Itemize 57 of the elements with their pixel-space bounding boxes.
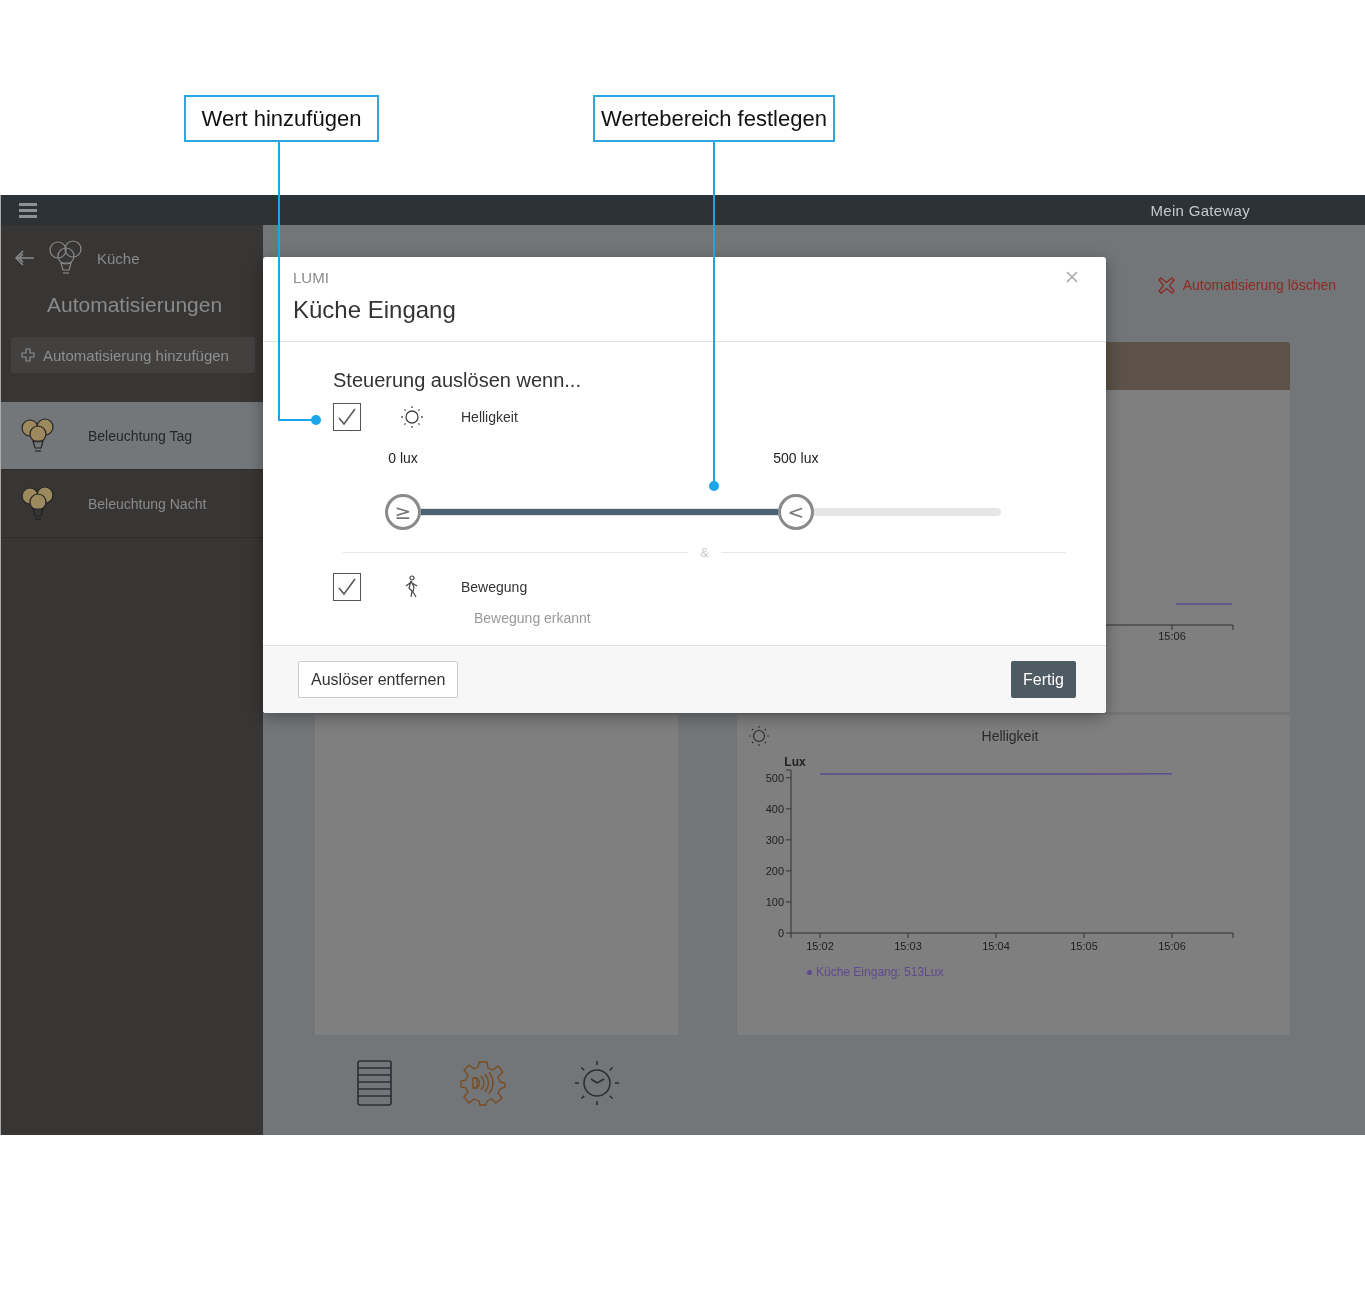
tick-label: 15:04 bbox=[982, 940, 1010, 952]
tick-label: 15:06 bbox=[1158, 940, 1186, 952]
slider-handle[interactable]: < bbox=[777, 494, 814, 530]
brand-label: LUMI bbox=[293, 269, 329, 287]
tick-label: 200 bbox=[765, 864, 784, 877]
slider-handle[interactable]: ≥ bbox=[385, 494, 421, 530]
plus-icon bbox=[21, 348, 35, 362]
check-icon bbox=[336, 576, 358, 598]
tick-label: 300 bbox=[765, 833, 784, 846]
sun-icon bbox=[748, 725, 770, 747]
room-name: Küche bbox=[97, 249, 140, 267]
chart-title: Helligkeit bbox=[980, 728, 1040, 744]
checkbox[interactable] bbox=[333, 573, 361, 601]
tick-label: 100 bbox=[765, 895, 784, 908]
done-button[interactable]: Fertig bbox=[1011, 661, 1076, 698]
trigger-detail: Bewegung erkannt bbox=[474, 610, 592, 626]
tick-label: 500 bbox=[765, 771, 784, 784]
automation-item[interactable]: Beleuchtung Nacht bbox=[1, 470, 263, 538]
dialog-title: Küche Eingang bbox=[293, 296, 457, 324]
add-automation-button[interactable]: Automatisierung hinzufügen bbox=[11, 337, 255, 373]
data-line bbox=[1175, 603, 1233, 605]
tick-label: 400 bbox=[765, 802, 784, 815]
check-icon bbox=[336, 406, 358, 428]
light-bulbs-icon bbox=[47, 240, 85, 276]
prompt-text: Steuerung auslösen wenn... bbox=[333, 368, 582, 392]
automation-item[interactable]: Beleuchtung Tag bbox=[1, 402, 263, 470]
tick-label: 15:03 bbox=[894, 940, 922, 952]
close-icon bbox=[1066, 271, 1078, 283]
tick-label: 15:02 bbox=[806, 940, 834, 952]
list-icon[interactable] bbox=[357, 1059, 392, 1106]
clock-icon[interactable] bbox=[574, 1059, 620, 1106]
checkbox[interactable] bbox=[333, 403, 361, 431]
automation-name: Beleuchtung Tag bbox=[88, 427, 193, 444]
value-label: 0 lux bbox=[388, 450, 418, 466]
axis-title: Lux bbox=[784, 755, 806, 769]
callout-label: Wertebereich festlegen bbox=[593, 95, 835, 142]
light-bulbs-icon bbox=[19, 485, 57, 522]
callout-label: Wert hinzufügen bbox=[184, 95, 379, 142]
remove-trigger-button[interactable]: Auslöser entfernen bbox=[298, 661, 459, 698]
legend-dot-icon bbox=[807, 969, 812, 975]
range-slider[interactable]: ≥ < bbox=[385, 494, 1019, 530]
value-label: 500 lux bbox=[773, 450, 819, 466]
trigger-label: Bewegung bbox=[461, 579, 528, 595]
light-bulbs-icon bbox=[19, 417, 57, 454]
gateway-title: Mein Gateway bbox=[1150, 201, 1250, 219]
tick-label: 15:05 bbox=[1070, 940, 1098, 952]
and-label: & bbox=[699, 544, 710, 560]
sun-icon bbox=[400, 405, 424, 429]
tick-label: 15:06 bbox=[1158, 630, 1186, 642]
automation-name: Beleuchtung Nacht bbox=[88, 495, 207, 512]
menu-icon[interactable] bbox=[19, 202, 37, 218]
tick-label: 0 bbox=[777, 927, 784, 939]
delete-icon bbox=[1157, 276, 1175, 294]
back-arrow-icon[interactable] bbox=[15, 250, 35, 266]
section-heading: Automatisierungen bbox=[47, 293, 224, 317]
trigger-label: Helligkeit bbox=[461, 409, 518, 425]
close-button[interactable] bbox=[1066, 271, 1078, 283]
